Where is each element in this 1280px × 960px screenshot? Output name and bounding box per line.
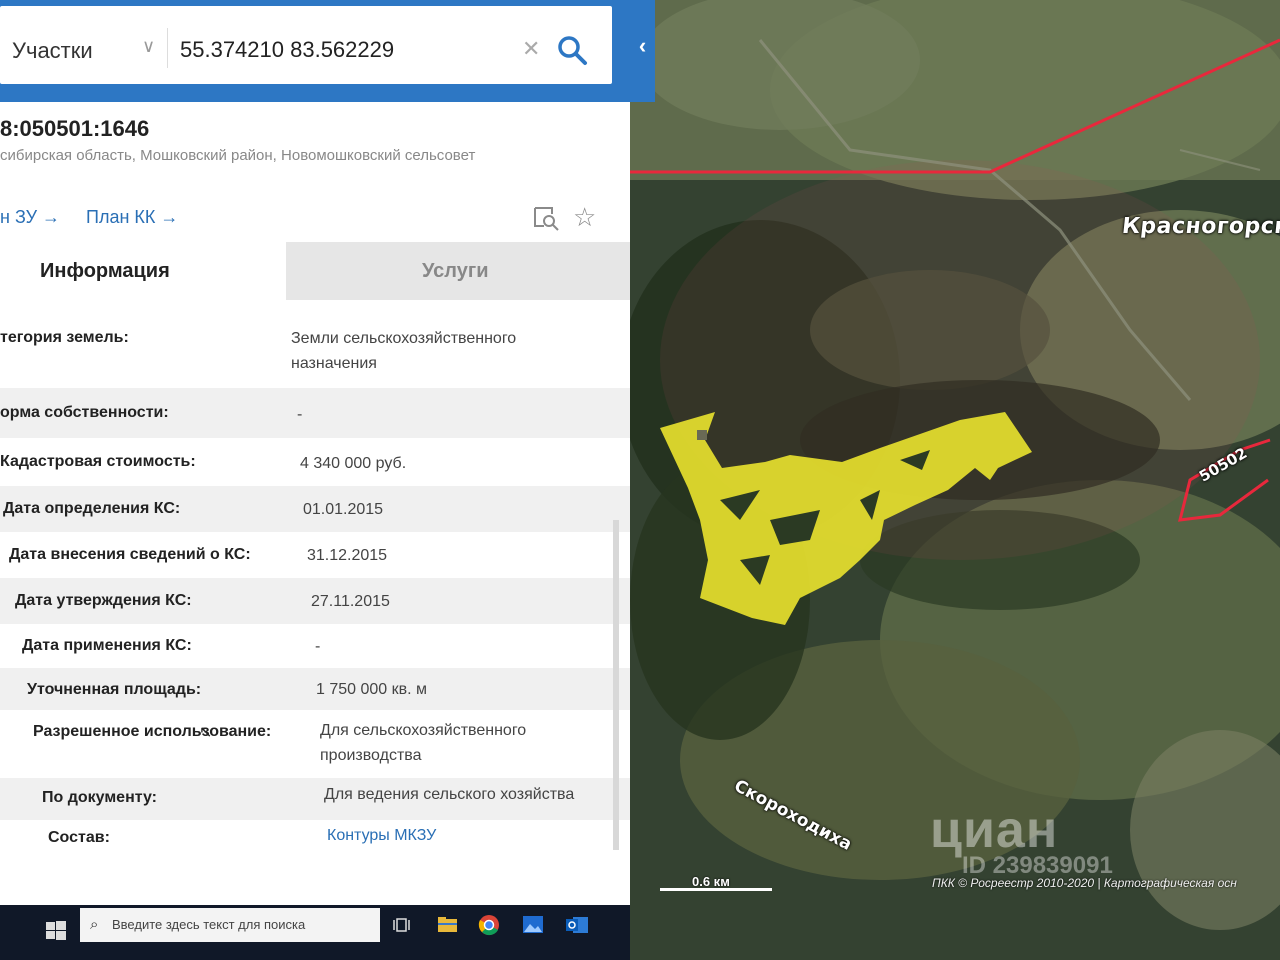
row-key: тегория земель:: [0, 329, 129, 346]
zoom-to-icon[interactable]: [532, 204, 560, 232]
search-divider: [167, 28, 168, 68]
search-icon: ⌕: [90, 916, 99, 933]
scale-bar: [660, 888, 772, 891]
info-row-date-determined: Дата определения КС: 01.01.2015: [0, 486, 630, 532]
file-explorer-icon[interactable]: [432, 910, 462, 940]
parcel-address: сибирская область, Мошковский район, Нов…: [0, 147, 476, 164]
tab-services[interactable]: Услуги: [286, 242, 630, 300]
photos-app-icon[interactable]: [518, 910, 548, 940]
search-input[interactable]: [180, 32, 510, 68]
row-value: Для сельскохозяйственного производства: [320, 722, 527, 764]
search-icon[interactable]: [556, 34, 588, 66]
row-value: 01.01.2015: [303, 501, 384, 518]
row-key: Кадастровая стоимость:: [0, 453, 196, 470]
tab-information[interactable]: Информация: [0, 242, 286, 300]
row-value: 4 340 000 руб.: [300, 455, 407, 472]
info-row-date-applied: Дата применения КС: -: [0, 624, 630, 668]
taskbar-search-placeholder: Введите здесь текст для поиска: [112, 917, 306, 932]
clear-icon[interactable]: ✕: [522, 36, 540, 62]
row-key: Состав:: [48, 829, 110, 846]
row-value: Для ведения сельского хозяйства: [324, 786, 575, 803]
row-value: 27.11.2015: [311, 593, 390, 610]
row-key: По документу:: [42, 789, 157, 806]
mkzu-contours-link[interactable]: Контуры МКЗУ: [327, 823, 436, 848]
task-view-icon[interactable]: [388, 910, 418, 940]
row-key: Дата определения КС:: [3, 500, 181, 517]
plan-zu-link[interactable]: н ЗУ →: [0, 207, 60, 228]
row-value: -: [297, 406, 303, 423]
row-key: орма собственности:: [0, 404, 169, 421]
info-row-permitted-use: Разрешенное использование: Для сельскохо…: [0, 710, 630, 778]
search-type-select[interactable]: Участки: [12, 38, 93, 64]
chrome-icon[interactable]: [474, 910, 504, 940]
info-row-cadastral-value: Кадастровая стоимость: 4 340 000 руб.: [0, 438, 630, 486]
tab-information-label: Информация: [40, 260, 170, 282]
row-key: Уточненная площадь:: [27, 681, 202, 698]
info-row-area: Уточненная площадь: 1 750 000 кв. м: [0, 668, 630, 710]
row-key: Разрешенное использование:: [33, 723, 272, 740]
search-box: Участки ∨ ✕: [0, 6, 612, 84]
mouse-cursor-icon: ↖: [199, 724, 213, 741]
row-key: Дата утверждения КС:: [15, 592, 192, 609]
map-copyright: ПКК © Росреестр 2010-2020 | Картографиче…: [932, 876, 1237, 890]
info-row-category: тегория земель: Земли сельскохозяйственн…: [0, 300, 630, 388]
settlement-label: Красногорский: [1120, 214, 1280, 239]
chevron-down-icon[interactable]: ∨: [142, 36, 155, 57]
windows-start-icon[interactable]: [46, 921, 66, 941]
cadastral-number: 8:050501:1646: [0, 116, 150, 141]
info-row-date-approved: Дата утверждения КС: 27.11.2015: [0, 578, 630, 624]
info-row-composition: Состав: Контуры МКЗУ: [0, 820, 630, 860]
row-value: 31.12.2015: [307, 547, 388, 564]
info-row-date-entered: Дата внесения сведений о КС: 31.12.2015: [0, 532, 630, 578]
tab-services-label: Услуги: [422, 260, 489, 282]
outlook-icon[interactable]: [562, 910, 592, 940]
watermark-logo: циан: [930, 801, 1059, 859]
row-value: -: [315, 638, 321, 655]
scale-label: 0.6 км: [692, 874, 730, 889]
search-bar: Участки ∨ ✕ ‹: [0, 0, 655, 102]
row-value: Земли сельскохозяйственного назначения: [291, 330, 517, 372]
collapse-panel-icon[interactable]: ‹: [630, 20, 655, 72]
favorite-star-icon[interactable]: ☆: [573, 202, 596, 233]
info-row-ownership: орма собственности: -: [0, 388, 630, 438]
info-row-by-document: По документу: Для ведения сельского хозя…: [0, 778, 630, 820]
row-key: Дата внесения сведений о КС:: [9, 546, 251, 563]
scrollbar[interactable]: [613, 520, 619, 850]
row-key: Дата применения КС:: [22, 637, 192, 654]
plan-kk-link[interactable]: План КК →: [86, 207, 178, 228]
row-value: 1 750 000 кв. м: [316, 681, 428, 698]
